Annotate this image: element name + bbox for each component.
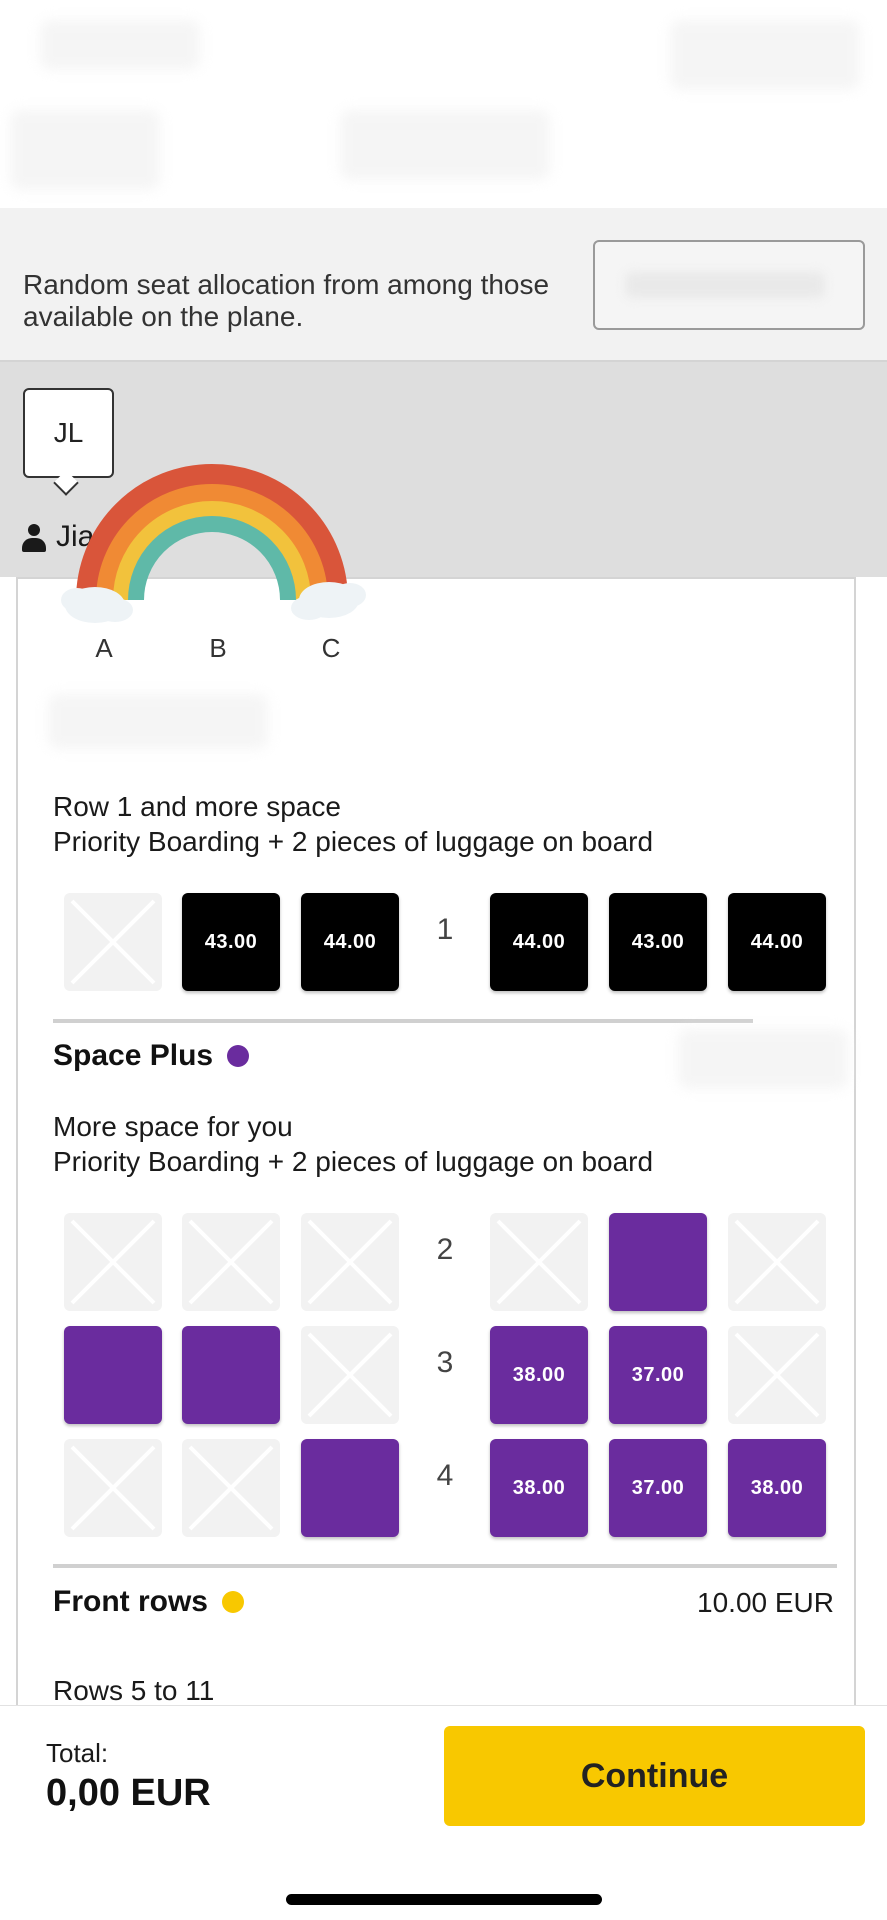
seat-2e[interactable]	[609, 1213, 707, 1311]
seat-3a[interactable]	[64, 1326, 162, 1424]
seat-2a-unavailable	[64, 1213, 162, 1311]
row-number-2: 2	[436, 1233, 454, 1266]
rainbow-sticker-icon	[61, 464, 366, 623]
space-plus-title-text: Space Plus	[53, 1039, 214, 1072]
seat-1f[interactable]: 44.00	[728, 893, 826, 991]
section-divider	[53, 1019, 753, 1023]
section-divider-2	[53, 1564, 837, 1568]
header-area	[0, 0, 887, 208]
space-plus-description-line2: Priority Boarding + 2 pieces of luggage …	[53, 1146, 654, 1177]
random-seat-option: Random seat allocation from among those …	[0, 208, 887, 362]
seat-3e[interactable]: 37.00	[609, 1326, 707, 1424]
blurred-header-tab	[10, 110, 160, 190]
seat-4c[interactable]	[301, 1439, 399, 1537]
front-rows-title-text: Front rows	[53, 1585, 208, 1618]
seat-1b[interactable]: 43.00	[182, 893, 280, 991]
space-plus-title: Space Plus	[53, 1039, 250, 1073]
row1-description-line1: Row 1 and more space	[53, 791, 341, 822]
row1-description: Row 1 and more space Priority Boarding +…	[53, 789, 653, 859]
seat-1e[interactable]: 43.00	[609, 893, 707, 991]
front-rows-description: Rows 5 to 11	[53, 1675, 215, 1706]
column-label-c: C	[321, 633, 341, 663]
column-label-b: B	[209, 633, 227, 663]
seat-1d[interactable]: 44.00	[490, 893, 588, 991]
seat-3b[interactable]	[182, 1326, 280, 1424]
space-plus-description-line1: More space for you	[53, 1111, 293, 1142]
row-number-1: 1	[436, 913, 454, 946]
front-rows-dot-icon	[222, 1591, 244, 1613]
blurred-header-right	[670, 20, 860, 90]
seat-2b-unavailable	[182, 1213, 280, 1311]
row-number-3: 3	[436, 1346, 454, 1379]
seat-2d-unavailable	[490, 1213, 588, 1311]
seat-4a-unavailable	[64, 1439, 162, 1537]
row1-description-line2: Priority Boarding + 2 pieces of luggage …	[53, 826, 654, 857]
seat-4e[interactable]: 37.00	[609, 1439, 707, 1537]
column-label-a: A	[95, 633, 113, 663]
total-value: 0,00 EUR	[46, 1772, 211, 1814]
bottom-bar: Total: 0,00 EUR Continue	[0, 1705, 887, 1920]
seat-4f[interactable]: 38.00	[728, 1439, 826, 1537]
seat-3d[interactable]: 38.00	[490, 1326, 588, 1424]
seat-4b-unavailable	[182, 1439, 280, 1537]
seat-map: A B C Row 1 and more space Priority Boar…	[16, 577, 856, 1707]
random-seat-button[interactable]	[593, 240, 865, 330]
passenger-initials: JL	[53, 417, 84, 448]
front-rows-price: 10.00 EUR	[697, 1587, 834, 1618]
seat-1a-unavailable	[64, 893, 162, 991]
seat-4d[interactable]: 38.00	[490, 1439, 588, 1537]
blurred-space-plus-price	[678, 1029, 848, 1089]
space-plus-description: More space for you Priority Boarding + 2…	[53, 1109, 653, 1179]
seat-3f-unavailable	[728, 1326, 826, 1424]
front-rows-title: Front rows	[53, 1585, 244, 1619]
blurred-header-title	[340, 110, 550, 180]
seat-3c-unavailable	[301, 1326, 399, 1424]
seat-2f-unavailable	[728, 1213, 826, 1311]
random-seat-text: Random seat allocation from among those …	[23, 269, 550, 332]
continue-button[interactable]: Continue	[444, 1726, 865, 1826]
space-plus-dot-icon	[227, 1045, 250, 1067]
seat-2c-unavailable	[301, 1213, 399, 1311]
row-number-4: 4	[436, 1459, 454, 1492]
total-label: Total:	[46, 1738, 109, 1768]
blurred-header-left	[40, 20, 200, 70]
blurred-button-label	[625, 272, 825, 298]
home-indicator[interactable]	[286, 1894, 602, 1905]
blurred-section-header	[48, 694, 268, 749]
person-icon	[21, 524, 47, 554]
seat-1c[interactable]: 44.00	[301, 893, 399, 991]
